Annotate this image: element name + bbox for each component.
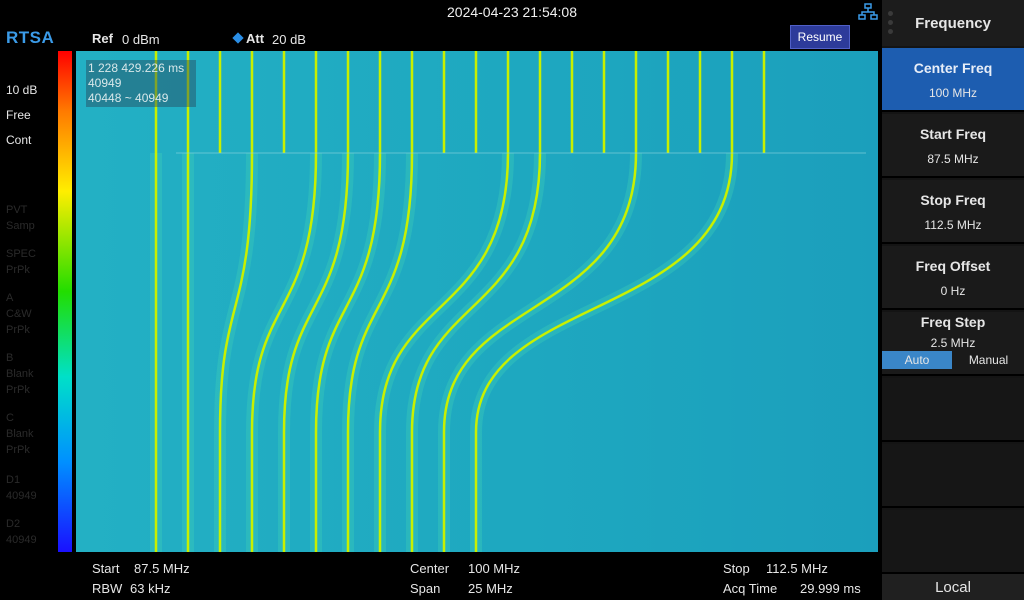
start-freq-key[interactable]: Start Freq 87.5 MHz <box>882 114 1024 178</box>
center-freq-value: 100 MHz <box>928 86 978 100</box>
stop-freq-key[interactable]: Stop Freq 112.5 MHz <box>882 180 1024 244</box>
resume-button[interactable]: Resume <box>790 25 850 49</box>
trace-a-mode: C&W <box>6 308 32 320</box>
span-value[interactable]: 25 MHz <box>468 581 513 596</box>
marker-time: 1 228 429.226 ms <box>88 61 185 75</box>
ref-value[interactable]: 0 dBm <box>122 32 160 47</box>
acq-time-value[interactable]: 29.999 ms <box>800 581 861 596</box>
center-freq-label: Center Freq <box>913 60 993 76</box>
marker-info-box: 1 228 429.226 ms 40949 40448 ~ 40949 <box>86 60 196 107</box>
center-label: Center <box>410 561 450 576</box>
empty-key-2[interactable] <box>882 444 1024 508</box>
softkey-panel: Frequency Center Freq 100 MHz Start Freq… <box>882 0 1024 600</box>
start-value[interactable]: 87.5 MHz <box>134 561 190 576</box>
center-freq-key[interactable]: Center Freq 100 MHz <box>882 48 1024 112</box>
menu-title-label: Frequency <box>915 14 991 32</box>
color-scale-bar <box>58 51 72 552</box>
trace-spec-detector: PrPk <box>6 264 30 276</box>
trace-b-detector: PrPk <box>6 384 30 396</box>
freq-offset-value: 0 Hz <box>940 284 966 298</box>
trace-pvt: PVT <box>6 204 28 216</box>
display-d2: D2 <box>6 518 21 530</box>
mode-title: RTSA <box>6 28 55 47</box>
trace-b: B <box>6 352 14 364</box>
marker-range: 40448 ~ 40949 <box>88 91 169 105</box>
local-button[interactable]: Local <box>882 574 1024 600</box>
menu-title: Frequency <box>882 0 1024 46</box>
freq-step-toggle: Auto Manual <box>882 351 1024 369</box>
spectrogram-canvas <box>76 51 878 552</box>
stop-value[interactable]: 112.5 MHz <box>766 561 828 576</box>
att-value[interactable]: 20 dB <box>272 32 306 47</box>
display-d1: D1 <box>6 474 21 486</box>
empty-key-1[interactable] <box>882 378 1024 442</box>
trace-a: A <box>6 292 14 304</box>
trace-b-mode: Blank <box>6 368 34 380</box>
freq-step-value: 2.5 MHz <box>930 336 976 350</box>
trace-a-detector: PrPk <box>6 324 30 336</box>
start-freq-value: 87.5 MHz <box>927 152 979 166</box>
start-label: Start <box>92 561 120 576</box>
freq-step-manual[interactable]: Manual <box>953 351 1024 369</box>
att-diamond-icon <box>232 32 244 44</box>
trace-c-detector: PrPk <box>6 444 30 456</box>
start-freq-label: Start Freq <box>919 126 987 142</box>
rbw-label: RBW <box>92 581 123 596</box>
stop-freq-label: Stop Freq <box>920 192 986 208</box>
trace-pvt-detector: Samp <box>6 220 35 232</box>
rbw-value[interactable]: 63 kHz <box>130 581 170 596</box>
trace-c-mode: Blank <box>6 428 34 440</box>
marker-frame: 40949 <box>88 76 122 90</box>
scale-per-div[interactable]: 10 dB <box>6 83 37 97</box>
menu-dots-icon <box>888 11 894 37</box>
center-value[interactable]: 100 MHz <box>468 561 520 576</box>
freq-step-auto[interactable]: Auto <box>882 351 952 369</box>
stop-freq-value: 112.5 MHz <box>924 218 982 232</box>
att-label: Att <box>246 31 265 46</box>
display-d2-value: 40949 <box>6 534 37 546</box>
freq-offset-key[interactable]: Freq Offset 0 Hz <box>882 246 1024 310</box>
acq-time-label: Acq Time <box>723 581 778 596</box>
stop-label: Stop <box>723 561 750 576</box>
sweep-mode[interactable]: Cont <box>6 133 31 147</box>
empty-key-3[interactable] <box>882 510 1024 574</box>
display-d1-value: 40949 <box>6 490 37 502</box>
spectrogram-plot[interactable]: 1 228 429.226 ms 40949 40448 ~ 40949 <box>76 51 878 552</box>
trace-c: C <box>6 412 14 424</box>
span-label: Span <box>410 581 441 596</box>
freq-step-label: Freq Step <box>920 314 986 330</box>
ref-label: Ref <box>92 31 113 46</box>
trigger-mode[interactable]: Free <box>6 108 31 122</box>
network-icon <box>858 3 878 20</box>
freq-offset-label: Freq Offset <box>915 258 991 274</box>
trace-spec: SPEC <box>6 248 36 260</box>
